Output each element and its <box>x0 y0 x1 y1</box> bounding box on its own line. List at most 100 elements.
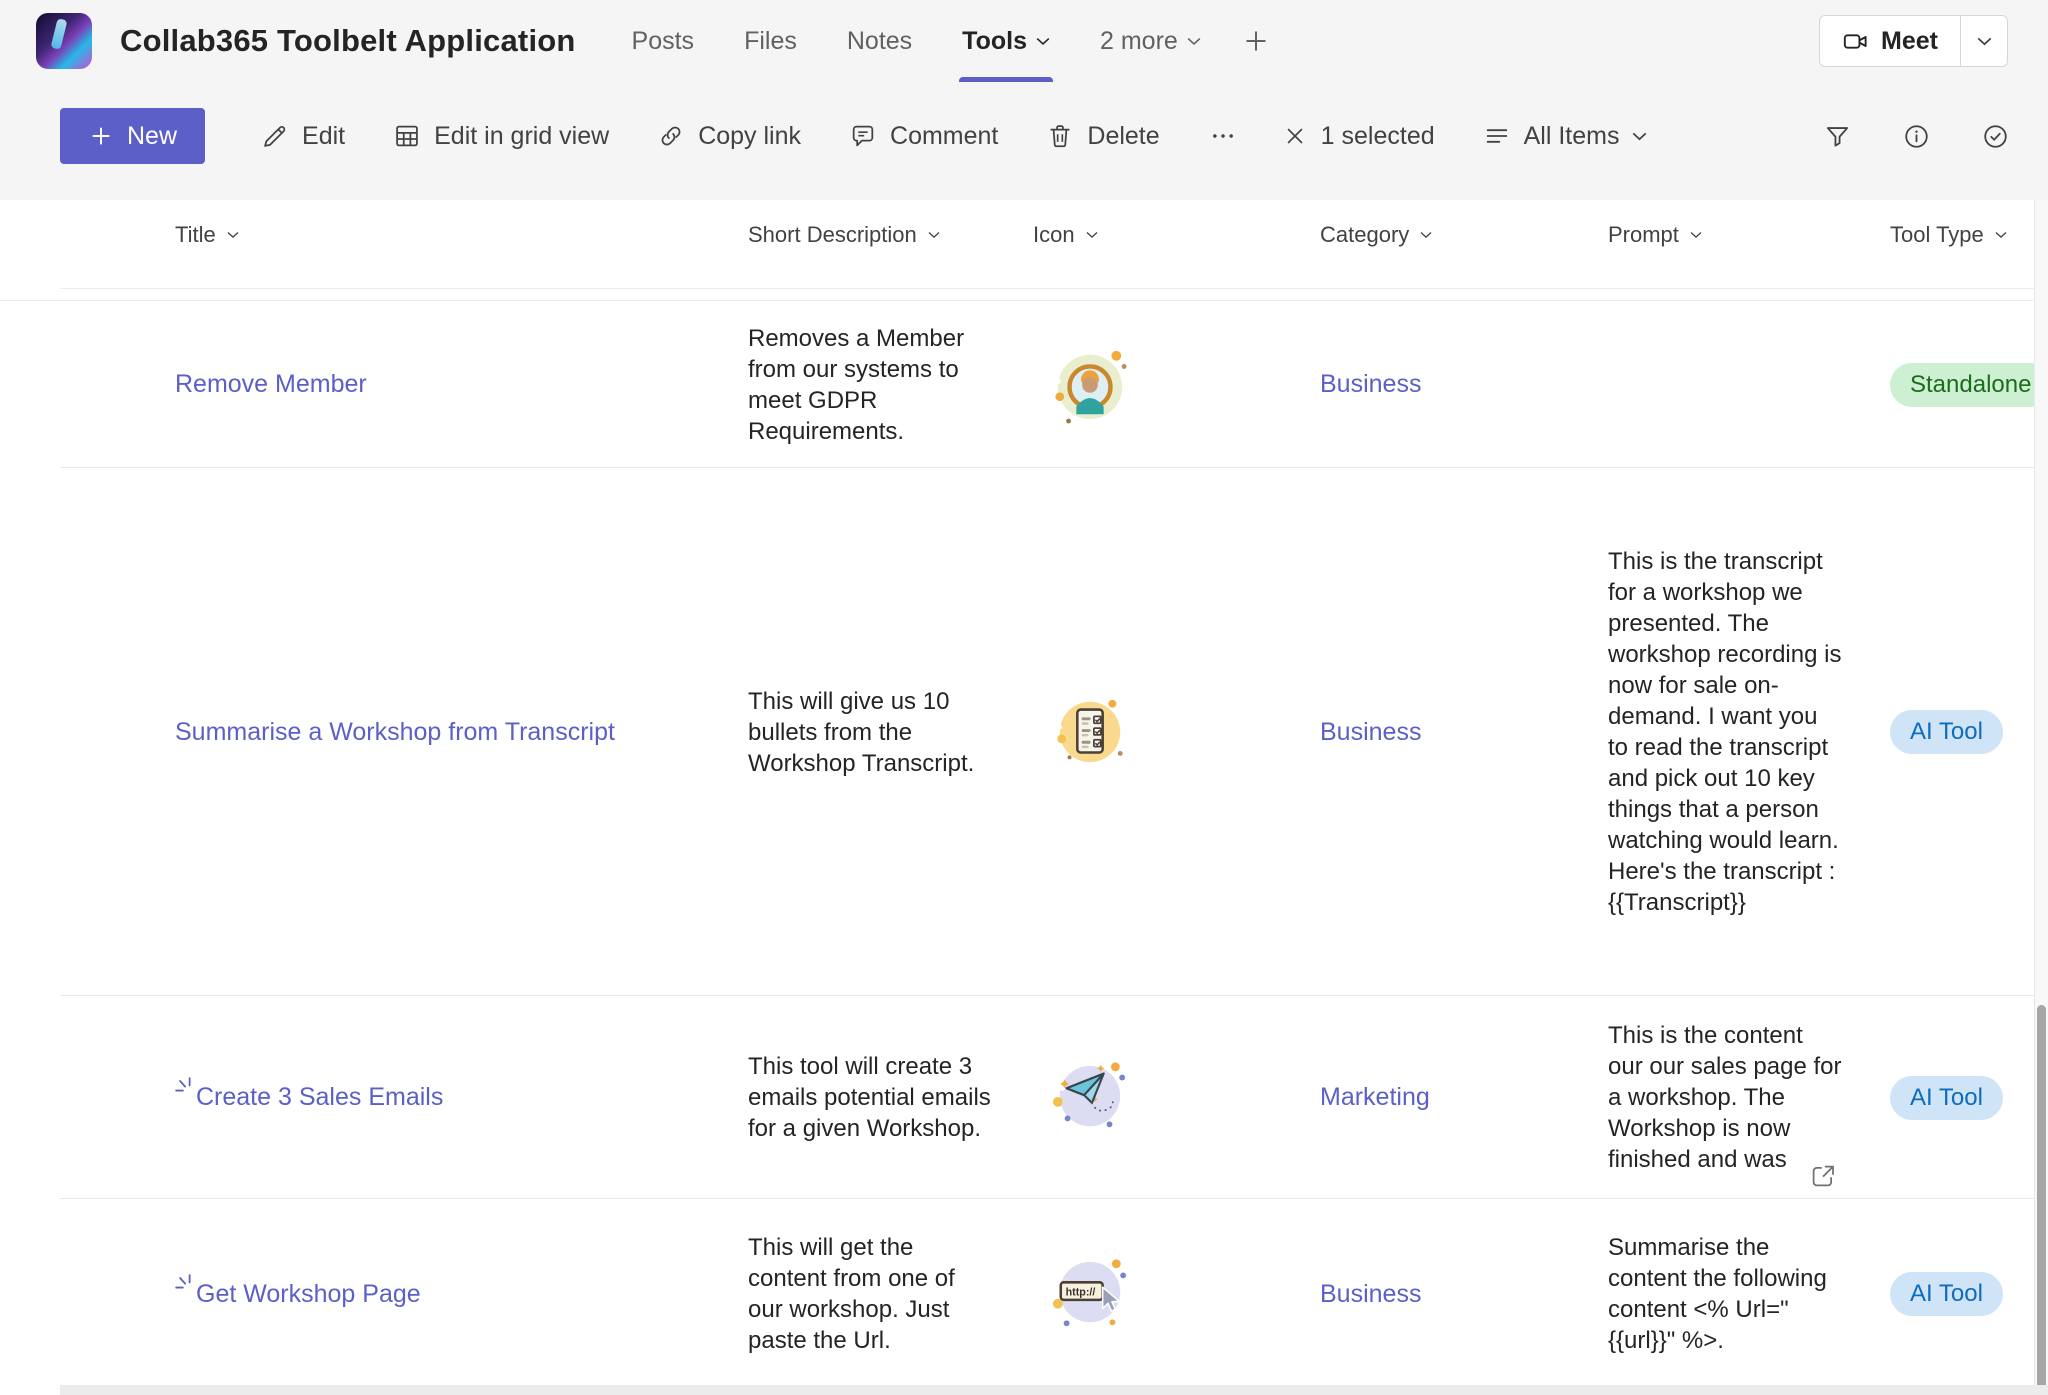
table-row[interactable]: Remove Member Removes a Member from our … <box>0 301 2034 468</box>
add-tab-button[interactable] <box>1241 0 1271 82</box>
select-all-button[interactable] <box>1981 122 2010 151</box>
tool-type-badge: AI Tool <box>1890 1272 2003 1316</box>
active-tab-underline <box>959 77 1053 82</box>
video-camera-icon <box>1842 28 1869 55</box>
expand-prompt-icon[interactable] <box>1808 1161 1838 1191</box>
row-title-link[interactable]: Remove Member <box>175 370 367 399</box>
pencil-icon <box>261 122 289 150</box>
category-link[interactable]: Business <box>1320 718 1421 746</box>
vertical-scrollbar[interactable] <box>2034 200 2048 1395</box>
tab-posts[interactable]: Posts <box>632 0 695 82</box>
column-header-prompt[interactable]: Prompt <box>1608 222 1890 248</box>
tool-type-cell: AI Tool <box>1890 1272 2034 1316</box>
comment-icon <box>849 122 877 150</box>
icon-cell <box>1033 1255 1320 1333</box>
tab-notes[interactable]: Notes <box>847 0 912 82</box>
chevron-down-icon <box>1036 37 1050 46</box>
table-row[interactable]: Get Workshop Page This will get the cont… <box>0 1199 2034 1389</box>
chevron-down-icon <box>1086 231 1098 239</box>
category-cell: Business <box>1320 718 1608 747</box>
category-link[interactable]: Business <box>1320 370 1421 398</box>
teams-window: Collab365 Toolbelt Application Posts Fil… <box>0 0 2048 1395</box>
divider <box>60 288 2034 289</box>
tool-type-cell: AI Tool <box>1890 710 2034 754</box>
prompt-text: Summarise the content the following cont… <box>1608 1232 1844 1356</box>
row-title-link[interactable]: Create 3 Sales Emails <box>196 1083 443 1112</box>
short-description-text: This tool will create 3 emails potential… <box>748 1051 1033 1144</box>
chevron-down-icon <box>1187 37 1201 46</box>
copy-link-icon <box>657 122 685 150</box>
delete-button[interactable]: Delete <box>1046 122 1159 151</box>
title-cell: Create 3 Sales Emails <box>175 1083 748 1112</box>
tool-type-badge: Standalone <box>1890 363 2034 407</box>
app-logo <box>36 13 92 69</box>
vertical-scrollbar-thumb[interactable] <box>2037 1005 2046 1395</box>
chevron-down-icon <box>1977 37 1992 46</box>
category-cell: Business <box>1320 370 1608 399</box>
command-bar-right <box>1773 122 2010 151</box>
column-header-tool-type[interactable]: Tool Type <box>1890 222 2034 248</box>
new-button[interactable]: New <box>60 108 205 164</box>
column-header-short-description[interactable]: Short Description <box>748 222 1033 248</box>
list-view: Title Short Description Icon Category Pr… <box>0 200 2034 1395</box>
horizontal-scrollbar[interactable] <box>60 1385 2048 1395</box>
category-cell: Business <box>1320 1280 1608 1309</box>
column-header-category[interactable]: Category <box>1320 222 1608 248</box>
clear-selection-button[interactable]: 1 selected <box>1282 122 1435 151</box>
prompt-cell: This is the content our our sales page f… <box>1608 996 1890 1199</box>
comment-button[interactable]: Comment <box>849 122 998 151</box>
column-header-icon[interactable]: Icon <box>1033 222 1320 248</box>
plus-icon <box>88 123 114 149</box>
trash-icon <box>1046 122 1074 150</box>
prompt-cell: Summarise the content the following cont… <box>1608 1199 1890 1389</box>
tool-type-badge: AI Tool <box>1890 1076 2003 1120</box>
tab-tools[interactable]: Tools <box>962 0 1050 82</box>
filter-icon <box>1823 122 1852 151</box>
category-link[interactable]: Marketing <box>1320 1083 1430 1111</box>
info-button[interactable] <box>1902 122 1931 151</box>
new-item-sparkle-icon <box>175 1274 193 1291</box>
edit-button[interactable]: Edit <box>261 122 345 151</box>
prompt-cell <box>1608 301 1890 468</box>
more-options-button[interactable] <box>1208 122 1238 150</box>
tab-files[interactable]: Files <box>744 0 797 82</box>
title-cell: Get Workshop Page <box>175 1280 748 1309</box>
filter-button[interactable] <box>1823 122 1852 151</box>
tool-type-cell: Standalone <box>1890 363 2034 407</box>
chevron-down-icon <box>928 231 940 239</box>
meet-dropdown-button[interactable] <box>1961 16 2007 66</box>
check-circle-icon <box>1981 122 2010 151</box>
prompt-text: This is the transcript for a workshop we… <box>1608 546 1844 918</box>
table-row[interactable]: Create 3 Sales Emails This tool will cre… <box>0 996 2034 1199</box>
meet-button[interactable]: Meet <box>1820 16 1960 66</box>
chevron-down-icon <box>227 231 239 239</box>
table-body: Remove Member Removes a Member from our … <box>0 300 2034 1389</box>
tool-type-badge: AI Tool <box>1890 710 2003 754</box>
category-cell: Marketing <box>1320 1083 1608 1112</box>
new-item-sparkle-icon <box>175 1077 193 1094</box>
icon-cell <box>1033 346 1320 424</box>
prompt-text: This is the content our our sales page f… <box>1608 1020 1844 1175</box>
row-title-link[interactable]: Summarise a Workshop from Transcript <box>175 718 615 747</box>
column-header-title[interactable]: Title <box>175 222 748 248</box>
tool-icon <box>1051 1255 1129 1333</box>
column-header-row: Title Short Description Icon Category Pr… <box>0 200 2034 270</box>
copy-link-button[interactable]: Copy link <box>657 122 801 151</box>
tool-type-cell: AI Tool <box>1890 1076 2034 1120</box>
ellipsis-icon <box>1208 122 1238 150</box>
meet-split-button: Meet <box>1819 15 2008 67</box>
short-description-text: This will get the content from one of ou… <box>748 1232 1033 1356</box>
title-cell: Summarise a Workshop from Transcript <box>175 718 748 747</box>
category-link[interactable]: Business <box>1320 1280 1421 1308</box>
grid-icon <box>393 122 421 150</box>
row-title-link[interactable]: Get Workshop Page <box>196 1280 421 1309</box>
title-cell: Remove Member <box>175 370 748 399</box>
chevron-down-icon <box>1420 231 1432 239</box>
selection-count: 1 selected <box>1321 122 1435 151</box>
short-description-text: This will give us 10 bullets from the Wo… <box>748 686 1033 779</box>
view-selector[interactable]: All Items <box>1483 122 1648 151</box>
tab-more[interactable]: 2 more <box>1100 0 1201 82</box>
edit-in-grid-view-button[interactable]: Edit in grid view <box>393 122 609 151</box>
top-chrome: Collab365 Toolbelt Application Posts Fil… <box>0 0 2048 200</box>
table-row[interactable]: Summarise a Workshop from Transcript Thi… <box>0 468 2034 996</box>
